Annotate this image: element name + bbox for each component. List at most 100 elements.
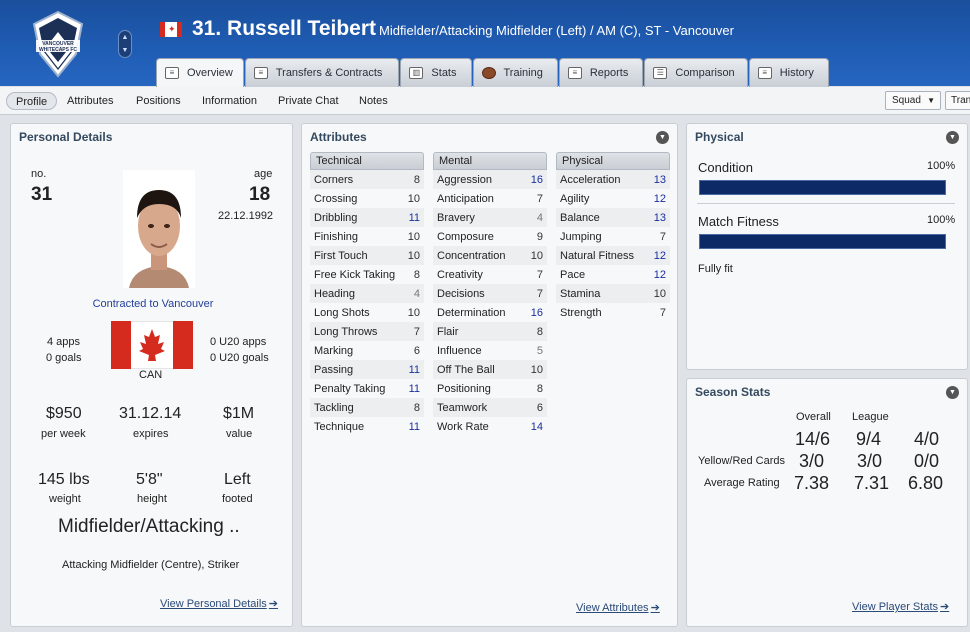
tab-overview[interactable]: ≡ Overview [156,58,244,87]
player-value: $1M [223,405,255,422]
attribute-row[interactable]: Free Kick Taking 8 [310,265,424,284]
attribute-name: Anticipation [437,192,494,205]
overall-column-header: Overall [796,411,831,423]
attribute-row[interactable]: Strength 7 [556,303,670,322]
transfer-dropdown[interactable]: Tran [945,91,970,110]
squad-dropdown[interactable]: Squad ▼ [885,91,941,110]
subnav-positions[interactable]: Positions [136,92,181,110]
attribute-name: Long Throws [314,325,378,338]
attribute-row[interactable]: Pace 12 [556,265,670,284]
football-icon [481,67,496,79]
tab-stats[interactable]: ▥ Stats [400,58,472,87]
technical-header: Technical [310,152,424,170]
apps-count: 4 apps [47,336,81,348]
view-attributes-link[interactable]: View Attributes ➔ [576,601,660,614]
contract-status[interactable]: Contracted to Vancouver [88,298,218,310]
attribute-row[interactable]: Off The Ball 10 [433,360,547,379]
weight-label: weight [49,493,81,505]
match-fitness-label: Match Fitness [698,214,779,229]
height-value: 5'8" [136,471,163,488]
attribute-row[interactable]: Finishing 10 [310,227,424,246]
wage-value: $950 [46,405,82,422]
attribute-value: 7 [536,287,543,300]
attribute-value: 4 [413,287,420,300]
physical-column: Physical Acceleration 13 Agility 12 Balance 1… [556,152,670,322]
attribute-row[interactable]: Natural Fitness 12 [556,246,670,265]
condition-bar-fill [700,181,945,194]
attribute-row[interactable]: Influence 5 [433,341,547,360]
attribute-value: 10 [407,192,420,205]
attribute-row[interactable]: Heading 4 [310,284,424,303]
tab-comparison[interactable]: ☰ Comparison [644,58,748,87]
attribute-row[interactable]: Long Shots 10 [310,303,424,322]
physical-panel: Physical ▼ Condition 100% Match Fitness … [686,123,968,370]
attribute-row[interactable]: Dribbling 11 [310,208,424,227]
report-icon: ≡ [567,67,582,79]
attribute-row[interactable]: Aggression 16 [433,170,547,189]
player-switch-stepper[interactable]: ▲ ▼ [118,30,132,58]
main-position: Midfielder/Attacking .. [58,516,240,537]
attribute-row[interactable]: Anticipation 7 [433,189,547,208]
attribute-row[interactable]: Teamwork 6 [433,398,547,417]
attribute-row[interactable]: Jumping 7 [556,227,670,246]
other-apps-goals: 4/0 [914,429,940,449]
attribute-row[interactable]: Concentration 10 [433,246,547,265]
attribute-value: 13 [653,173,666,186]
attribute-row[interactable]: Agility 12 [556,189,670,208]
attribute-row[interactable]: Marking 6 [310,341,424,360]
attribute-row[interactable]: Determination 16 [433,303,547,322]
attribute-value: 10 [530,363,543,376]
attribute-name: Dribbling [314,211,358,224]
attribute-row[interactable]: First Touch 10 [310,246,424,265]
attribute-value: 12 [653,268,666,281]
attribute-row[interactable]: Work Rate 14 [433,417,547,436]
subnav-attributes[interactable]: Attributes [67,92,113,110]
panel-title: Season Stats [695,385,771,399]
attribute-row[interactable]: Stamina 10 [556,284,670,303]
subnav-information[interactable]: Information [202,92,257,110]
attribute-row[interactable]: Tackling 8 [310,398,424,417]
panel-options-chevron-icon[interactable]: ▼ [656,131,669,144]
attribute-row[interactable]: Flair 8 [433,322,547,341]
other-rating: 6.80 [908,473,944,493]
attribute-row[interactable]: Positioning 8 [433,379,547,398]
weight-value: 145 lbs [38,471,90,488]
attribute-row[interactable]: Corners 8 [310,170,424,189]
u20-apps-count: 0 U20 apps [210,336,267,348]
attribute-row[interactable]: Creativity 7 [433,265,547,284]
league-apps-goals: 9/4 [856,429,882,449]
attribute-row[interactable]: Long Throws 7 [310,322,424,341]
attribute-name: Heading [314,287,355,300]
panel-options-chevron-icon[interactable]: ▼ [946,386,959,399]
attribute-row[interactable]: Composure 9 [433,227,547,246]
wage-label: per week [41,428,86,440]
view-player-stats-link[interactable]: View Player Stats ➔ [852,600,949,613]
attribute-row[interactable]: Crossing 10 [310,189,424,208]
attribute-row[interactable]: Passing 11 [310,360,424,379]
attribute-row[interactable]: Balance 13 [556,208,670,227]
document-icon: ≡ [253,67,268,79]
subnav-private-chat[interactable]: Private Chat [278,92,339,110]
tab-training[interactable]: Training [472,58,558,87]
tab-transfers-contracts[interactable]: ≡ Transfers & Contracts [244,58,400,87]
attribute-row[interactable]: Decisions 7 [433,284,547,303]
overview-icon: ≡ [165,67,179,79]
panel-options-chevron-icon[interactable]: ▼ [946,131,959,144]
attribute-row[interactable]: Penalty Taking 11 [310,379,424,398]
technical-column: Technical Corners 8 Crossing 10 Dribbling 11 F… [310,152,424,436]
attribute-value: 7 [659,306,666,319]
attribute-name: Technique [314,420,365,433]
sub-navigation: Profile Attributes Positions Information… [0,87,970,115]
view-personal-details-link[interactable]: View Personal Details ➔ [160,597,278,610]
physical-list: Acceleration 13 Agility 12 Balance 13 Jumping 7… [556,170,670,322]
condition-value: 100% [927,160,956,172]
tab-history[interactable]: ≡ History [748,58,829,87]
subnav-profile[interactable]: Profile [6,92,58,110]
attribute-row[interactable]: Acceleration 13 [556,170,670,189]
subnav-notes[interactable]: Notes [359,92,388,110]
attribute-row[interactable]: Technique 11 [310,417,424,436]
panel-title: Physical [695,130,744,144]
attribute-row[interactable]: Bravery 4 [433,208,547,227]
attribute-value: 8 [536,382,543,395]
tab-reports[interactable]: ≡ Reports [558,58,644,87]
